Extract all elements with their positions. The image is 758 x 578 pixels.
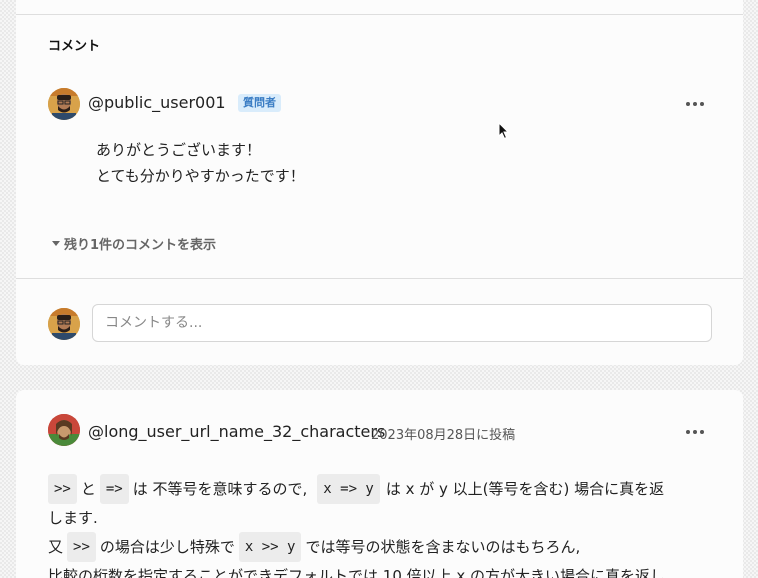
comment-body: ありがとうございます！ とても分かりやすかったです！: [96, 137, 305, 189]
body-text: では等号の状態を含まないのはもちろん,: [305, 538, 581, 556]
inline-code: x >> y: [238, 532, 302, 562]
body-line: 比較の桁数を指定することができデフォルトでは 10 倍以上 x の方が大きい場合…: [48, 567, 666, 578]
answer-card: @long_user_url_name_32_characters 2023年0…: [16, 390, 743, 578]
inline-code: x => y: [317, 474, 380, 504]
comment-line: とても分かりやすかったです！: [96, 167, 305, 185]
avatar[interactable]: [48, 414, 80, 446]
body-line: 又 >> の場合は少し特殊で x >> y では等号の状態を含まないのはもちろん…: [48, 532, 728, 562]
avatar-image: [48, 88, 80, 120]
avatar[interactable]: [48, 88, 80, 120]
more-options-icon[interactable]: [683, 424, 707, 440]
comment-user-name[interactable]: @public_user001: [88, 93, 226, 112]
divider: [16, 14, 743, 15]
answer-user-name[interactable]: @long_user_url_name_32_characters: [88, 422, 385, 441]
more-options-icon[interactable]: [683, 96, 707, 112]
avatar-image: [48, 414, 80, 446]
caret-down-icon: [52, 241, 60, 246]
body-text: は x が y 以上(等号を含む) 場合に真を返: [385, 480, 665, 498]
body-line: >> と => は 不等号を意味するので, x => y は x が y 以上(…: [48, 474, 728, 504]
post-date: 2023年08月28日に投稿: [371, 428, 516, 443]
inline-code: =>: [99, 474, 129, 504]
current-user-avatar: [48, 308, 80, 340]
comments-section-title: コメント: [48, 39, 101, 54]
body-text: と: [80, 480, 96, 498]
show-more-comments-link[interactable]: 残り1件のコメントを表示: [52, 234, 216, 253]
avatar-image: [48, 308, 80, 340]
asker-badge: 質問者: [238, 94, 281, 112]
body-text: の場合は少し特殊で: [99, 538, 235, 556]
comment-line: ありがとうございます！: [96, 141, 262, 159]
inline-code: >>: [67, 532, 96, 562]
comments-card: コメント @public_user001 質問者 ありがとうございます！ とても…: [16, 0, 743, 365]
body-text: は 不等号を意味するので,: [132, 480, 308, 498]
show-more-comments-label: 残り1件のコメントを表示: [64, 238, 217, 253]
divider: [16, 278, 743, 279]
answer-body: >> と => は 不等号を意味するので, x => y は x が y 以上(…: [48, 474, 728, 578]
inline-code: >>: [48, 474, 77, 504]
body-text: 又: [48, 538, 64, 556]
body-line: します.: [48, 509, 98, 527]
mouse-cursor-icon: [498, 122, 510, 140]
comment-input[interactable]: [92, 304, 712, 342]
